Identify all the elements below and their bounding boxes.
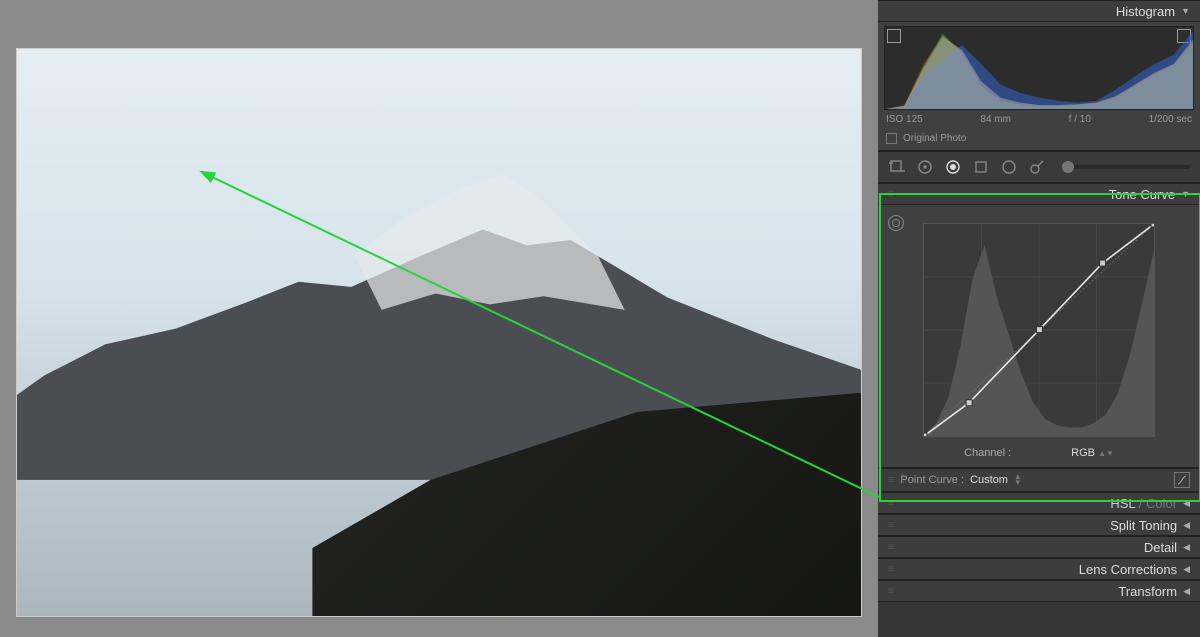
expand-icon: ◀ — [1183, 498, 1190, 509]
grip-icon: ≡ — [888, 542, 895, 553]
detail-title: Detail — [1144, 540, 1177, 555]
expand-icon: ◀ — [1183, 542, 1190, 553]
exif-focal: 84 mm — [980, 114, 1011, 125]
targeted-adjustment-icon[interactable] — [888, 215, 904, 231]
split-toning-header[interactable]: ≡ Split Toning ◀ — [878, 514, 1200, 536]
tone-curve-title: Tone Curve — [1109, 187, 1175, 202]
channel-label: Channel : — [964, 447, 1011, 459]
redeye-icon[interactable] — [944, 158, 962, 176]
expand-icon: ◀ — [1183, 564, 1190, 575]
histogram-title: Histogram — [1116, 4, 1175, 19]
original-photo-row[interactable]: Original Photo — [878, 129, 1200, 150]
crop-icon[interactable] — [888, 158, 906, 176]
point-curve-row: ≡ Point Curve : Custom ▲▼ — [878, 468, 1200, 492]
grip-icon: ≡ — [888, 498, 895, 509]
photo-preview[interactable] — [16, 48, 862, 617]
histogram-header[interactable]: Histogram ▼ — [878, 0, 1200, 22]
hsl-title: HSL / Color — [1110, 496, 1177, 511]
exif-shutter: 1/200 sec — [1149, 114, 1192, 125]
develop-sidebar: Histogram ▼ ISO 125 84 mm f / 10 1/200 s… — [878, 0, 1200, 637]
adjustment-brush-icon[interactable] — [1028, 158, 1046, 176]
point-curve-toggle-icon[interactable] — [1174, 472, 1190, 488]
histogram-svg — [885, 27, 1193, 109]
spot-removal-icon[interactable] — [916, 158, 934, 176]
histogram-panel: ISO 125 84 mm f / 10 1/200 sec Original … — [878, 22, 1200, 151]
grip-icon: ≡ — [888, 586, 895, 597]
lens-title: Lens Corrections — [1079, 562, 1177, 577]
point-curve-select[interactable]: Custom — [970, 474, 1008, 486]
hsl-color-header[interactable]: ≡ HSL / Color ◀ — [878, 492, 1200, 514]
channel-select[interactable]: RGB ▲▼ — [1071, 447, 1114, 459]
local-tools-strip — [878, 151, 1200, 183]
exif-aperture: f / 10 — [1069, 114, 1091, 125]
tool-slider[interactable] — [1062, 165, 1190, 169]
grip-icon: ≡ — [888, 189, 895, 200]
canvas-area[interactable] — [0, 0, 878, 637]
updown-icon[interactable]: ▲▼ — [1014, 474, 1022, 486]
tone-curve-svg — [924, 224, 1154, 436]
slider-knob[interactable] — [1062, 161, 1074, 173]
transform-title: Transform — [1118, 584, 1177, 599]
tone-curve-chart[interactable] — [923, 223, 1155, 437]
exif-row: ISO 125 84 mm f / 10 1/200 sec — [878, 112, 1200, 129]
collapse-icon: ▼ — [1181, 6, 1190, 16]
radial-filter-icon[interactable] — [1000, 158, 1018, 176]
tone-curve-header[interactable]: ≡ Tone Curve ▼ — [878, 183, 1200, 205]
split-toning-title: Split Toning — [1110, 518, 1177, 533]
expand-icon: ◀ — [1183, 586, 1190, 597]
exif-iso: ISO 125 — [886, 114, 923, 125]
graduated-filter-icon[interactable] — [972, 158, 990, 176]
collapse-icon: ▼ — [1181, 189, 1190, 199]
point-curve-label: Point Curve : — [900, 474, 964, 486]
grip-icon: ≡ — [888, 474, 894, 486]
grip-icon: ≡ — [888, 564, 895, 575]
expand-icon: ◀ — [1183, 520, 1190, 531]
tone-curve-panel: Channel : RGB ▲▼ — [878, 205, 1200, 468]
histogram-chart[interactable] — [884, 26, 1194, 110]
checkbox-icon[interactable] — [886, 133, 897, 144]
grip-icon: ≡ — [888, 520, 895, 531]
transform-header[interactable]: ≡ Transform ◀ — [878, 580, 1200, 602]
lens-corrections-header[interactable]: ≡ Lens Corrections ◀ — [878, 558, 1200, 580]
original-photo-label: Original Photo — [903, 133, 966, 144]
detail-header[interactable]: ≡ Detail ◀ — [878, 536, 1200, 558]
